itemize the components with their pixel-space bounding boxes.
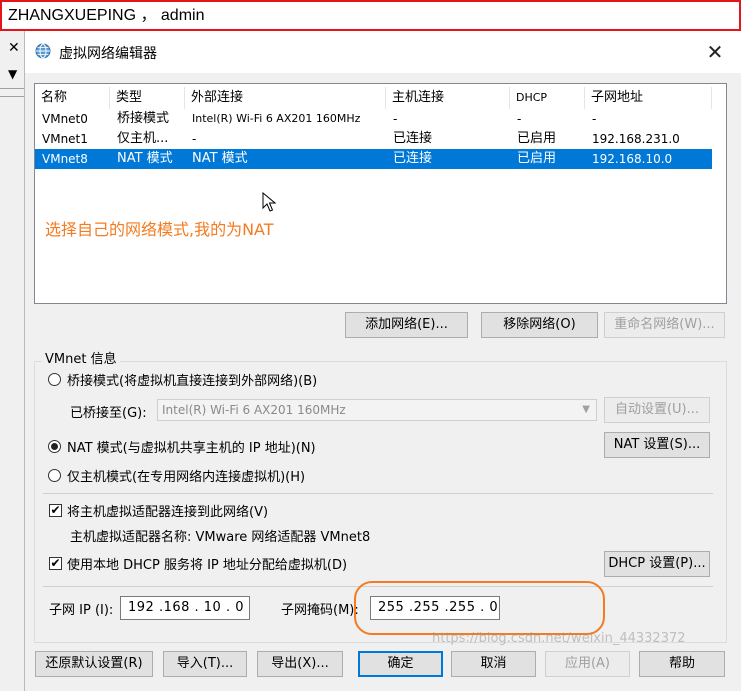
close-icon[interactable]: ✕ [701, 39, 729, 65]
divider [43, 493, 713, 494]
bridged-to-select[interactable]: Intel(R) Wi-Fi 6 AX201 160MHz ▼ [157, 399, 597, 421]
background-close-icon[interactable]: ✕ [8, 40, 20, 56]
apply-button[interactable]: 应用(A) [545, 651, 630, 677]
dhcp-checkbox[interactable]: ✔ [49, 557, 62, 570]
background-divider [0, 88, 24, 89]
cancel-button[interactable]: 取消 [451, 651, 536, 677]
title-bar[interactable]: 虚拟网络编辑器 ✕ [25, 31, 741, 73]
row-cell: NAT 模式 [192, 151, 248, 166]
nat-mode-label[interactable]: NAT 模式(与虚拟机共享主机的 IP 地址)(N) [67, 437, 316, 456]
bridged-to-label: 已桥接至(G): [70, 406, 147, 421]
row-cell: 桥接模式 [117, 111, 170, 126]
table-row-selected[interactable]: VMnet8 NAT 模式 NAT 模式 已连接 已启用 192.168.10.… [35, 149, 712, 169]
nat-settings-button[interactable]: NAT 设置(S)... [604, 432, 710, 458]
connect-adapter-checkbox[interactable]: ✔ [49, 504, 62, 517]
column-header-name[interactable]: 名称 [35, 87, 110, 109]
remove-network-button[interactable]: 移除网络(O) [481, 312, 598, 338]
network-list[interactable]: 名称 类型 外部连接 主机连接 DHCP 子网地址 VMnet0 桥接模式 In… [34, 83, 727, 304]
subnet-ip-input[interactable]: 192 .168 . 10 . 0 [120, 596, 250, 620]
table-row[interactable]: VMnet0 桥接模式 Intel(R) Wi-Fi 6 AX201 160MH… [35, 109, 712, 129]
dhcp-label[interactable]: 使用本地 DHCP 服务将 IP 地址分配给虚拟机(D) [67, 554, 347, 573]
instruction-annotation: 选择自己的网络模式,我的为NAT [45, 220, 274, 239]
row-cell: 仅主机... [117, 131, 169, 146]
dialog-title: 虚拟网络编辑器 [59, 46, 157, 62]
watermark: https://blog.csdn.net/weixin_44332372 [432, 631, 686, 646]
row-cell: 已启用 [517, 151, 557, 166]
bridged-to-value: Intel(R) Wi-Fi 6 AX201 160MHz [162, 403, 346, 417]
column-header-host[interactable]: 主机连接 [386, 87, 510, 109]
chevron-down-icon: ▼ [582, 404, 590, 415]
checkmark-icon: ✔ [50, 556, 61, 570]
checkmark-icon: ✔ [50, 503, 61, 517]
rename-network-button[interactable]: 重命名网络(W)... [604, 312, 725, 338]
virtual-network-editor-dialog: 虚拟网络编辑器 ✕ 名称 类型 外部连接 主机连接 DHCP 子网地址 VMne… [24, 31, 741, 691]
ok-button[interactable]: 确定 [358, 651, 443, 677]
column-header-subnet[interactable]: 子网地址 [585, 87, 712, 109]
column-header-external[interactable]: 外部连接 [185, 87, 386, 109]
background-window-strip [0, 31, 25, 691]
annotation-highlight-oval [354, 581, 605, 635]
row-cell: VMnet8 [42, 152, 88, 166]
host-only-mode-label[interactable]: 仅主机模式(在专用网络内连接虚拟机)(H) [67, 466, 305, 485]
restore-defaults-button[interactable]: 还原默认设置(R) [35, 651, 153, 677]
table-row[interactable]: VMnet1 仅主机... - 已连接 已启用 192.168.231.0 [35, 129, 712, 149]
annotation-bar-text: ZHANGXUEPING ， admin [8, 7, 205, 24]
row-cell: 已连接 [393, 151, 433, 166]
add-network-button[interactable]: 添加网络(E)... [345, 312, 468, 338]
row-cell: - [592, 112, 597, 126]
row-cell: Intel(R) Wi-Fi 6 AX201 160MHz [192, 112, 361, 125]
bridged-mode-radio[interactable] [48, 373, 61, 386]
row-cell: VMnet0 [42, 112, 88, 126]
vmnet-info-legend: VMnet 信息 [42, 348, 120, 367]
nat-mode-radio[interactable] [48, 440, 61, 453]
mouse-cursor-icon [262, 192, 276, 212]
bridged-mode-label[interactable]: 桥接模式(将虚拟机直接连接到外部网络)(B) [67, 370, 317, 389]
dhcp-settings-button[interactable]: DHCP 设置(P)... [604, 551, 710, 577]
row-cell: - [393, 112, 398, 126]
auto-settings-button[interactable]: 自动设置(U)... [604, 397, 710, 423]
connect-adapter-label[interactable]: 将主机虚拟适配器连接到此网络(V) [67, 501, 268, 520]
row-cell: 192.168.10.0 [592, 152, 673, 166]
row-cell: 已连接 [393, 131, 433, 146]
row-cell: VMnet1 [42, 132, 88, 146]
adapter-name-label: 主机虚拟适配器名称: VMware 网络适配器 VMnet8 [70, 530, 371, 545]
row-cell: - [192, 132, 197, 146]
help-button[interactable]: 帮助 [639, 651, 725, 677]
host-only-mode-radio[interactable] [48, 469, 61, 482]
subnet-ip-label: 子网 IP (I): [49, 603, 114, 618]
background-dropdown-icon[interactable]: ▼ [8, 67, 17, 81]
column-header-dhcp[interactable]: DHCP [510, 87, 585, 109]
row-cell: 已启用 [517, 131, 557, 146]
row-cell: - [517, 112, 522, 126]
background-divider [0, 96, 24, 97]
column-header-type[interactable]: 类型 [110, 87, 185, 109]
import-button[interactable]: 导入(T)... [163, 651, 247, 677]
row-cell: 192.168.231.0 [592, 132, 680, 146]
export-button[interactable]: 导出(X)... [257, 651, 343, 677]
network-globe-icon [35, 43, 51, 59]
row-cell: NAT 模式 [117, 151, 173, 166]
annotation-bar: ZHANGXUEPING ， admin [0, 0, 741, 31]
subnet-mask-label: 子网掩码(M): [281, 603, 359, 618]
